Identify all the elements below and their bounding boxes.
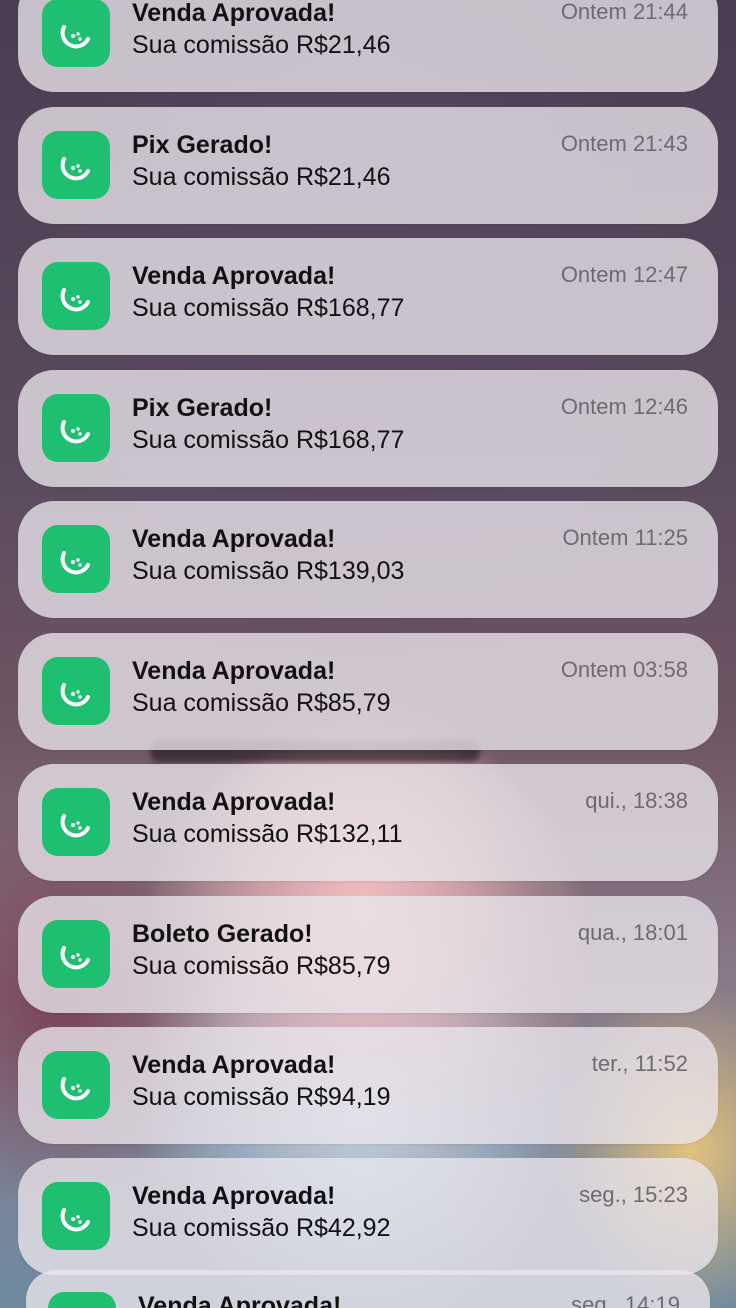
- notification-time: qui., 18:38: [585, 788, 688, 813]
- lime-slice-icon: [60, 946, 90, 970]
- notification-body: Sua comissão R$21,46: [132, 163, 391, 191]
- notification-body: Sua comissão R$139,03: [132, 557, 405, 585]
- notification-card[interactable]: Venda Aprovada! Sua comissão R$42,92 seg…: [18, 1158, 718, 1275]
- notification-body: Sua comissão R$85,79: [132, 952, 391, 980]
- app-icon: [42, 0, 110, 67]
- notification-time: Ontem 03:58: [560, 657, 688, 682]
- notification-time: Ontem 21:44: [560, 0, 688, 24]
- app-icon: [42, 394, 110, 462]
- notification-body: Sua comissão R$21,46: [132, 31, 391, 59]
- lime-slice-icon: [60, 157, 90, 181]
- notification-card[interactable]: Venda Aprovada! Sua comissão R$85,79 Ont…: [18, 633, 718, 750]
- notification-card[interactable]: Pix Gerado! Sua comissão R$21,46 Ontem 2…: [18, 107, 718, 224]
- app-icon: [42, 657, 110, 725]
- lime-slice-icon: [60, 683, 90, 707]
- app-icon: [42, 131, 110, 199]
- notification-title: Pix Gerado!: [132, 131, 273, 159]
- notification-time: Ontem 12:47: [560, 262, 688, 287]
- notification-title: Venda Aprovada!: [132, 262, 336, 290]
- app-icon: [42, 788, 110, 856]
- notification-card[interactable]: Venda Aprovada! Sua comissão R$168,77 On…: [18, 238, 718, 355]
- notification-card[interactable]: Venda Aprovada! Sua comissão R$94,19 ter…: [18, 1027, 718, 1144]
- app-icon: [42, 262, 110, 330]
- notification-title: Venda Aprovada!: [132, 657, 336, 685]
- lime-slice-icon: [60, 420, 90, 444]
- notification-card[interactable]: Pix Gerado! Sua comissão R$168,77 Ontem …: [18, 370, 718, 487]
- notification-card[interactable]: Boleto Gerado! Sua comissão R$85,79 qua.…: [18, 896, 718, 1013]
- app-icon: [42, 1182, 110, 1250]
- notification-card[interactable]: Venda Aprovada! Sua comissão R$139,03 On…: [18, 501, 718, 618]
- notification-title: Venda Aprovada!: [132, 788, 336, 816]
- notification-time: seg., 15:23: [579, 1182, 688, 1207]
- notification-body: Sua comissão R$85,79: [132, 689, 391, 717]
- lime-slice-icon: [60, 1208, 90, 1232]
- notification-time: Ontem 12:46: [560, 394, 688, 419]
- app-icon: [42, 1051, 110, 1119]
- notification-time: ter., 11:52: [591, 1051, 688, 1076]
- lime-slice-icon: [60, 25, 90, 49]
- notification-title: Boleto Gerado!: [132, 920, 313, 948]
- lime-slice-icon: [60, 288, 90, 312]
- notification-time: seg., 14:19: [571, 1292, 680, 1308]
- notification-time: Ontem 11:25: [562, 525, 688, 550]
- lime-slice-icon: [60, 814, 90, 838]
- notification-title: Venda Aprovada!: [132, 1051, 336, 1079]
- notification-body: Sua comissão R$168,77: [132, 294, 405, 322]
- app-icon: [42, 920, 110, 988]
- notification-title: Pix Gerado!: [132, 394, 273, 422]
- notification-card[interactable]: Venda Aprovada! Sua comissão R$21,46 Ont…: [18, 0, 718, 92]
- app-icon: [42, 525, 110, 593]
- notification-body: Sua comissão R$132,11: [132, 820, 403, 848]
- notification-title: Venda Aprovada!: [132, 525, 336, 553]
- notification-card-partial[interactable]: Venda Aprovada! seg., 14:19: [26, 1270, 710, 1308]
- notification-title: Venda Aprovada!: [132, 1182, 336, 1210]
- notification-list: Venda Aprovada! Sua comissão R$21,46 Ont…: [0, 0, 736, 1308]
- app-icon: [48, 1292, 116, 1308]
- notification-time: Ontem 21:43: [560, 131, 688, 156]
- lime-slice-icon: [60, 551, 90, 575]
- notification-title: Venda Aprovada!: [132, 0, 336, 27]
- notification-body: Sua comissão R$42,92: [132, 1214, 391, 1242]
- notification-card[interactable]: Venda Aprovada! Sua comissão R$132,11 qu…: [18, 764, 718, 881]
- lime-slice-icon: [60, 1077, 90, 1101]
- notification-body: Sua comissão R$168,77: [132, 426, 405, 454]
- notification-body: Sua comissão R$94,19: [132, 1083, 391, 1111]
- notification-time: qua., 18:01: [577, 920, 688, 945]
- notification-title: Venda Aprovada!: [138, 1292, 342, 1308]
